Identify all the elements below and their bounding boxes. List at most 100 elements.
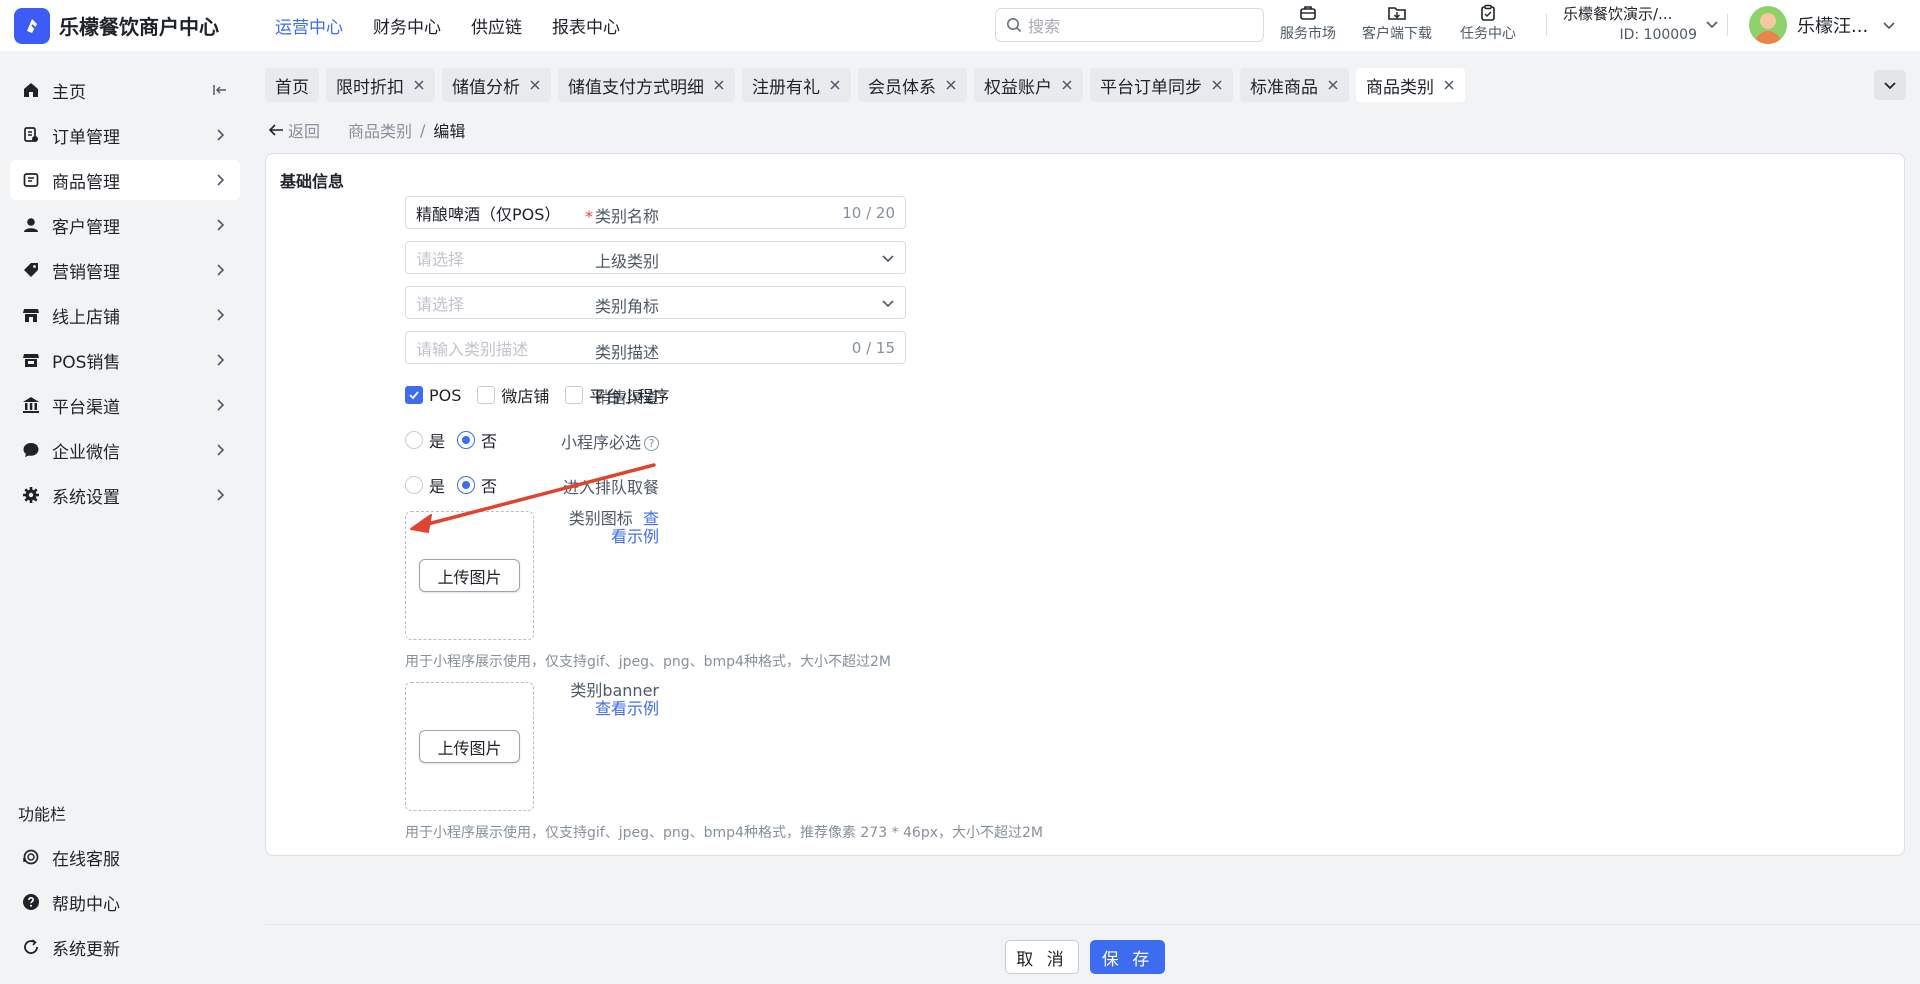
radio-no[interactable] (457, 476, 476, 494)
close-icon[interactable] (945, 79, 957, 91)
brand-logo (14, 7, 50, 44)
tab-label: 标准商品 (1250, 77, 1318, 98)
close-icon[interactable] (1443, 79, 1455, 91)
category-name-input[interactable]: 精酿啤酒（仅POS） 10 / 20 (405, 196, 906, 229)
sidebar-item-label: 营销管理 (52, 262, 120, 283)
avatar (1749, 6, 1787, 44)
category-desc-input[interactable]: 请输入类别描述 0 / 15 (405, 331, 906, 364)
sidebar-item-settings[interactable]: 系统设置 (10, 475, 240, 515)
sidebar: 主页 订单管理 商品管理 客户管理 营销管理 线上店铺 POS销售 平台渠道 企 (0, 51, 250, 984)
pos-icon (21, 350, 41, 370)
view-example-link[interactable]: 查 (643, 509, 659, 528)
close-icon[interactable] (1327, 79, 1339, 91)
sidebar-item-home[interactable]: 主页 (10, 70, 240, 110)
category-corner-select[interactable]: 请选择 (405, 286, 906, 319)
category-banner-label: 类别banner 查看示例 (570, 681, 659, 718)
breadcrumb-parent[interactable]: 商品类别 (348, 118, 412, 142)
sidebar-item-customers[interactable]: 客户管理 (10, 205, 240, 245)
tab-stored-value-payment-detail[interactable]: 储值支付方式明细 (558, 68, 735, 102)
search-placeholder: 搜索 (1028, 17, 1061, 36)
top-nav-supply-chain[interactable]: 供应链 (471, 13, 522, 38)
client-download-button[interactable]: 客户端下载 (1362, 4, 1432, 43)
checkbox-platform-miniapp[interactable] (565, 386, 584, 404)
collapse-sidebar-icon[interactable] (212, 82, 228, 98)
sidebar-item-wecom[interactable]: 企业微信 (10, 430, 240, 470)
radio-yes[interactable] (405, 431, 423, 449)
briefcase-icon (1300, 6, 1316, 20)
task-center-button[interactable]: 任务中心 (1460, 4, 1516, 43)
page-tabs: 首页 限时折扣 储值分析 储值支付方式明细 注册有礼 会员体系 权益账户 平台订… (265, 68, 1472, 102)
tab-label: 储值支付方式明细 (568, 77, 704, 98)
parent-category-select[interactable]: 请选择 (405, 241, 906, 274)
sidebar-item-marketing[interactable]: 营销管理 (10, 250, 240, 290)
tab-platform-order-sync[interactable]: 平台订单同步 (1090, 68, 1233, 102)
close-icon[interactable] (829, 79, 841, 91)
top-header: 乐檬餐饮商户中心 运营中心 财务中心 供应链 报表中心 搜索 服务市场 客户端下… (0, 0, 1920, 51)
sidebar-item-online-service[interactable]: 在线客服 (10, 837, 240, 877)
sidebar-section-title: 功能栏 (18, 805, 67, 824)
queue-pickup-label: 进入排队取餐 (562, 478, 659, 497)
sidebar-item-pos[interactable]: POS销售 (10, 340, 240, 380)
form-card: 基础信息 * 类别名称 精酿啤酒（仅POS） 10 / 20 上级类别 请选择 类… (265, 153, 1905, 856)
checkbox-label: 平台小程序 (589, 387, 670, 406)
goods-icon (21, 170, 41, 190)
tab-flash-discount[interactable]: 限时折扣 (326, 68, 435, 102)
tab-register-gift[interactable]: 注册有礼 (742, 68, 851, 102)
top-nav-finance[interactable]: 财务中心 (373, 13, 441, 38)
save-button[interactable]: 保 存 (1090, 940, 1165, 974)
search-input[interactable]: 搜索 (995, 8, 1264, 42)
category-icon-upload[interactable]: 上传图片 (405, 511, 534, 640)
brand[interactable]: 乐檬餐饮商户中心 (0, 7, 250, 44)
cancel-button[interactable]: 取 消 (1005, 940, 1079, 974)
tab-home[interactable]: 首页 (265, 68, 319, 102)
tab-goods-category[interactable]: 商品类别 (1356, 68, 1465, 102)
tab-label: 平台订单同步 (1100, 77, 1202, 98)
footer-divider (265, 924, 1920, 925)
chevron-down-icon (882, 299, 894, 307)
top-nav-reports[interactable]: 报表中心 (552, 13, 620, 38)
sidebar-item-platform-channel[interactable]: 平台渠道 (10, 385, 240, 425)
headset-icon (21, 847, 41, 867)
sidebar-item-goods[interactable]: 商品管理 (10, 160, 240, 200)
radio-no[interactable] (457, 431, 476, 449)
top-nav-operations[interactable]: 运营中心 (275, 13, 343, 38)
checkbox-micro-store[interactable] (477, 386, 496, 404)
user-menu[interactable]: 乐檬汪... (1749, 6, 1896, 44)
sidebar-item-system-update[interactable]: 系统更新 (10, 927, 240, 967)
category-name-value: 精酿啤酒（仅POS） (416, 204, 561, 224)
chat-icon (21, 440, 41, 460)
chevron-right-icon (217, 129, 225, 141)
sidebar-item-label: 帮助中心 (52, 894, 120, 915)
close-icon[interactable] (1061, 79, 1073, 91)
tab-membership[interactable]: 会员体系 (858, 68, 967, 102)
tab-benefit-account[interactable]: 权益账户 (974, 68, 1083, 102)
radio-yes[interactable] (405, 476, 423, 494)
checkbox-pos[interactable] (405, 386, 423, 404)
service-market-button[interactable]: 服务市场 (1280, 4, 1336, 43)
tabs-more-button[interactable] (1874, 70, 1906, 100)
tab-stored-value-analysis[interactable]: 储值分析 (442, 68, 551, 102)
close-icon[interactable] (413, 79, 425, 91)
store-switcher[interactable]: 乐檬餐饮演示/... ID: 100009 (1563, 3, 1723, 43)
category-banner-upload[interactable]: 上传图片 (405, 682, 534, 811)
back-button[interactable]: 返回 (268, 118, 320, 142)
tab-label: 储值分析 (452, 77, 520, 98)
bank-icon (21, 395, 41, 415)
view-example-link[interactable]: 看示例 (611, 527, 659, 546)
parent-category-placeholder: 请选择 (416, 249, 465, 269)
upload-image-button[interactable]: 上传图片 (419, 559, 520, 592)
close-icon[interactable] (529, 79, 541, 91)
close-icon[interactable] (713, 79, 725, 91)
help-icon[interactable]: ? (644, 436, 659, 451)
sidebar-item-online-store[interactable]: 线上店铺 (10, 295, 240, 335)
breadcrumb: 返回 商品类别 / 编辑 (268, 118, 465, 142)
sidebar-item-help-center[interactable]: 帮助中心 (10, 882, 240, 922)
sidebar-item-orders[interactable]: 订单管理 (10, 115, 240, 155)
sidebar-item-label: 主页 (52, 82, 86, 103)
tab-standard-goods[interactable]: 标准商品 (1240, 68, 1349, 102)
close-icon[interactable] (1211, 79, 1223, 91)
upload-hint: 用于小程序展示使用，仅支持gif、jpeg、png、bmp4种格式，推荐像素 2… (405, 825, 1043, 841)
upload-image-button[interactable]: 上传图片 (419, 730, 520, 763)
view-example-link[interactable]: 查看示例 (595, 699, 659, 718)
service-market-label: 服务市场 (1280, 26, 1336, 42)
